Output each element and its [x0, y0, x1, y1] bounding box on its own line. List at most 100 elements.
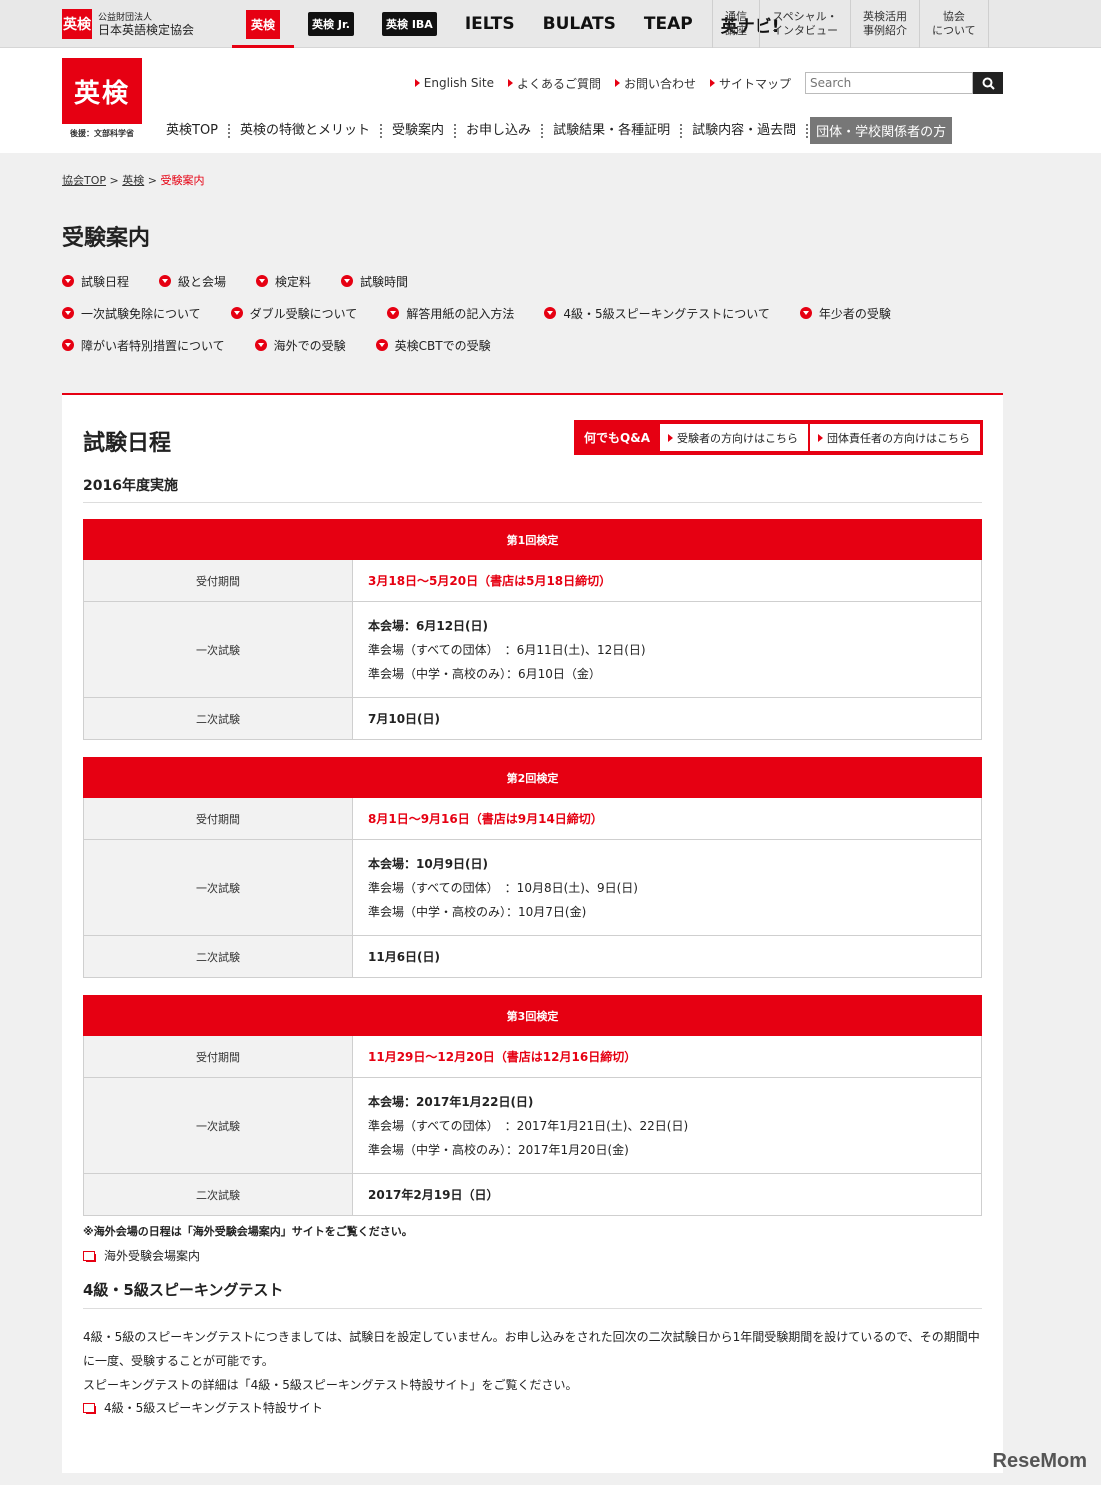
table-row: 二次試験 7月10日(日) [83, 697, 982, 740]
triangle-icon [709, 79, 715, 87]
chevron-down-icon [62, 307, 74, 319]
anchor-young[interactable]: 年少者の受験 [799, 305, 891, 322]
qa-group-button[interactable]: 団体責任者の方向けはこちら [810, 424, 980, 451]
chevron-down-icon [256, 275, 269, 287]
anchor-fee[interactable]: 検定料 [256, 273, 311, 290]
triangle-icon [507, 79, 513, 87]
gnav-results[interactable]: 試験結果・各種証明 [543, 123, 683, 138]
link-faq[interactable]: よくあるご質問 [507, 75, 601, 92]
table-row: 一次試験 本会場：10月9日(日) 準会場（すべての団体） ：10月8日(土)、9日… [83, 839, 982, 936]
anchor-schedule[interactable]: 試験日程 [62, 273, 129, 290]
schedule-table-2: 第2回検定 受付期間 8月1日～9月16日（書店は9月14日締切） 一次試験 本会場… [83, 757, 982, 978]
anchor-exemption[interactable]: 一次試験免除について [62, 305, 201, 322]
content-card: 試験日程 何でもQ&A 受験者の方向けはこちら 団体責任者の方向けはこちら 20… [62, 393, 1003, 1473]
search-icon [982, 77, 995, 90]
chevron-down-icon [387, 307, 400, 319]
chevron-down-icon [341, 275, 354, 287]
gnav-past-tests[interactable]: 試験内容・過去問 [682, 123, 809, 138]
year-heading: 2016年度実施 [83, 475, 982, 503]
toplink-correspondence[interactable]: 通信 講座 [712, 0, 759, 48]
schedule-table-1: 第1回検定 受付期間 3月18日～5月20日（書店は5月18日締切） 一次試験 本会… [83, 519, 982, 740]
brand-teap[interactable]: TEAP [630, 0, 707, 48]
toplink-interview[interactable]: スペシャル・ インタビュー [759, 0, 850, 48]
section-title: 試験日程 [83, 431, 172, 456]
brand-eiken-jr[interactable]: 英検 Jr. [294, 0, 368, 48]
triangle-icon [668, 433, 673, 442]
anchor-grade-venue[interactable]: 級と会場 [159, 273, 226, 290]
external-window-icon [83, 1402, 96, 1414]
table-row: 一次試験 本会場：6月12日(日) 準会場（すべての団体） ：6月11日(土)、12… [83, 601, 982, 698]
chevron-down-icon [799, 307, 812, 319]
org-mark: 英検 [62, 9, 92, 39]
brand-bar: 英検 公益財団法人 日本英語検定協会 英検 英検 Jr. 英検 IBA IELT… [0, 0, 1101, 48]
chevron-down-icon [159, 275, 172, 287]
overseas-link[interactable]: 海外受験会場案内 [83, 1247, 200, 1264]
anchor-speaking[interactable]: 4級・5級スピーキングテストについて [544, 305, 770, 322]
gnav-exam-guide[interactable]: 受験案内 [382, 123, 457, 138]
table-row: 受付期間 8月1日～9月16日（書店は9月14日締切） [83, 797, 982, 840]
anchor-double[interactable]: ダブル受験について [230, 305, 357, 322]
utility-nav: English Site よくあるご質問 お問い合わせ サイトマップ [401, 72, 1003, 94]
gnav-top[interactable]: 英検TOP [156, 123, 231, 138]
gnav-apply[interactable]: お申し込み [456, 123, 544, 138]
global-nav: 英検TOP 英検の特徴とメリット 受験案内 お申し込み 試験結果・各種証明 試験… [156, 117, 953, 144]
anchor-answer-sheet[interactable]: 解答用紙の記入方法 [387, 305, 514, 322]
triangle-icon [614, 79, 620, 87]
page-title: 受験案内 [62, 226, 151, 251]
chevron-down-icon [62, 339, 74, 351]
site-header: 英検 後援：文部科学省 English Site よくあるご質問 お問い合わせ … [0, 48, 1101, 153]
toplink-case-studies[interactable]: 英検活用 事例紹介 [850, 0, 919, 48]
table-row: 受付期間 3月18日～5月20日（書店は5月18日締切） [83, 559, 982, 602]
brand-tabs: 英検 英検 Jr. 英検 IBA IELTS BULATS TEAP 英ナビ! [232, 0, 793, 48]
schedule-head: 第1回検定 [83, 519, 982, 560]
anchor-overseas[interactable]: 海外での受験 [254, 337, 346, 354]
org-logo[interactable]: 英検 公益財団法人 日本英語検定協会 [62, 9, 194, 39]
table-row: 二次試験 11月6日(日) [83, 935, 982, 978]
external-window-icon [83, 1250, 96, 1262]
speaking-text: 4級・5級のスピーキングテストにつきましては、試験日を設定していません。お申し込… [83, 1330, 980, 1392]
link-english-site[interactable]: English Site [414, 76, 494, 90]
qa-examinee-button[interactable]: 受験者の方向けはこちら [660, 424, 808, 451]
brand-eiken-iba[interactable]: 英検 IBA [368, 0, 451, 48]
brand-ielts[interactable]: IELTS [451, 0, 529, 48]
speaking-site-link[interactable]: 4級・5級スピーキングテスト特設サイト [83, 1399, 323, 1416]
brand-bulats[interactable]: BULATS [529, 0, 630, 48]
breadcrumb: 協会TOP > 英検 > 受験案内 [62, 174, 205, 187]
link-sitemap[interactable]: サイトマップ [709, 75, 791, 92]
gnav-group-button[interactable]: 団体・学校関係者の方 [810, 117, 953, 144]
speaking-heading: 4級・5級スピーキングテスト [83, 1279, 982, 1309]
breadcrumb-home[interactable]: 協会TOP [62, 174, 106, 187]
org-line2: 日本英語検定協会 [98, 23, 195, 37]
table-row: 一次試験 本会場：2017年1月22日(日) 準会場（すべての団体） ：2017年1… [83, 1077, 982, 1174]
anchor-cbt[interactable]: 英検CBTでの受験 [375, 337, 491, 354]
triangle-icon [818, 433, 823, 442]
search-box [805, 72, 1003, 94]
eiken-logo[interactable]: 英検 後援：文部科学省 [62, 58, 142, 139]
top-links: 通信 講座 スペシャル・ インタビュー 英検活用 事例紹介 協会 について [712, 0, 989, 48]
table-row: 受付期間 11月29日～12月20日（書店は12月16日締切） [83, 1035, 982, 1078]
chevron-down-icon [544, 307, 557, 319]
schedule-table-3: 第3回検定 受付期間 11月29日～12月20日（書店は12月16日締切） 一次試… [83, 995, 982, 1216]
schedule-head: 第2回検定 [83, 757, 982, 798]
search-input[interactable] [805, 72, 973, 94]
triangle-icon [414, 79, 420, 87]
chevron-down-icon [254, 339, 267, 351]
breadcrumb-current: 受験案内 [160, 174, 205, 187]
brand-eiken[interactable]: 英検 [232, 0, 295, 48]
qa-box: 何でもQ&A 受験者の方向けはこちら 団体責任者の方向けはこちら [574, 420, 983, 455]
search-button[interactable] [973, 72, 1003, 94]
chevron-down-icon [375, 339, 388, 351]
anchor-time[interactable]: 試験時間 [341, 273, 408, 290]
anchor-links: 試験日程 級と会場 検定料 試験時間 一次試験免除について ダブル受験について … [62, 272, 1022, 368]
gnav-features[interactable]: 英検の特徴とメリット [230, 123, 383, 138]
schedule-head: 第3回検定 [83, 995, 982, 1036]
anchor-special-measures[interactable]: 障がい者特別措置について [62, 337, 225, 354]
chevron-down-icon [62, 275, 74, 287]
table-row: 二次試験 2017年2月19日（日） [83, 1173, 982, 1216]
chevron-down-icon [230, 307, 243, 319]
link-contact[interactable]: お問い合わせ [614, 75, 696, 92]
overseas-note: ※海外会場の日程は「海外受験会場案内」サイトをご覧ください。 [83, 1225, 413, 1238]
watermark-logo: ReseMom [992, 1450, 1087, 1472]
toplink-about[interactable]: 協会 について [919, 0, 989, 48]
breadcrumb-eiken[interactable]: 英検 [122, 174, 144, 187]
